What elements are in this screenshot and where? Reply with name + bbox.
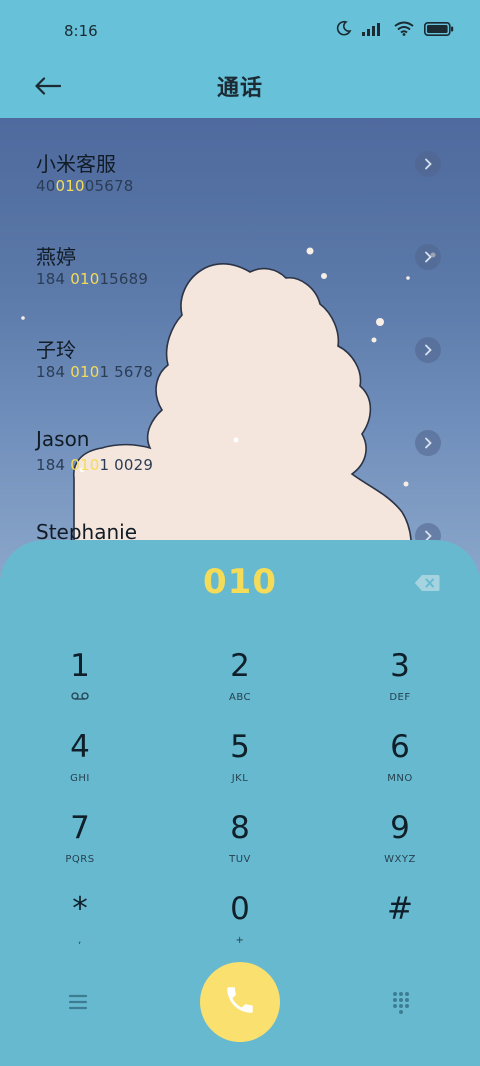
backspace-button[interactable]	[414, 574, 440, 592]
contact-details-button[interactable]	[415, 151, 441, 177]
contact-name: 燕婷	[36, 245, 76, 269]
dial-key-2[interactable]: 2 ABC	[170, 648, 310, 720]
contact-item[interactable]: Jason 184 0101 0029	[0, 397, 480, 490]
contact-number: 184 01015689	[36, 270, 149, 288]
moon-icon	[336, 20, 352, 40]
contact-details-button[interactable]	[415, 430, 441, 456]
key-digit: 9	[390, 810, 410, 846]
signal-icon	[362, 21, 384, 40]
key-digit: 6	[390, 729, 410, 765]
status-icons	[336, 20, 454, 40]
contact-details-button[interactable]	[415, 337, 441, 363]
contact-name: 子玲	[36, 338, 76, 362]
key-digit: 3	[390, 648, 410, 684]
key-digit: 8	[230, 810, 250, 846]
page-title: 通话	[216, 76, 263, 101]
bottom-action-bar	[0, 962, 480, 1042]
contact-item[interactable]: 小米客服 4001005678	[0, 118, 480, 211]
key-letters: JKL	[231, 773, 249, 784]
key-letters: TUV	[229, 854, 251, 865]
number-match-highlight: 010	[55, 177, 85, 195]
phone-icon	[223, 983, 257, 1021]
dial-key-3[interactable]: 3 DEF	[330, 648, 470, 720]
dial-key-8[interactable]: 8 TUV	[170, 810, 310, 882]
number-match-highlight: 010	[70, 270, 100, 288]
contact-name: 小米客服	[36, 152, 116, 176]
wifi-icon	[394, 21, 414, 40]
contact-number: 184 0101 5678	[36, 363, 154, 381]
key-digit: 5	[230, 729, 250, 765]
contact-item[interactable]: 子玲 184 0101 5678	[0, 304, 480, 397]
contact-name: Jason	[36, 427, 90, 451]
key-letters: GHI	[70, 773, 90, 784]
backspace-icon	[414, 575, 440, 596]
contact-item[interactable]: 燕婷 184 01015689	[0, 211, 480, 304]
number-match-highlight: 010	[70, 363, 100, 381]
key-digit: 1	[70, 648, 90, 684]
app-bar: 通话	[0, 60, 480, 118]
key-digit: 7	[70, 810, 90, 846]
chevron-right-icon	[423, 341, 433, 360]
dial-key-hash[interactable]: #	[330, 891, 470, 963]
menu-icon	[62, 994, 94, 1018]
dial-key-9[interactable]: 9 WXYZ	[330, 810, 470, 882]
key-digit: 4	[70, 729, 90, 765]
key-letters: ABC	[228, 692, 251, 703]
key-digit: 2	[230, 648, 250, 684]
dial-key-0[interactable]: 0 +	[170, 891, 310, 963]
dial-key-6[interactable]: 6 MNO	[330, 729, 470, 801]
dialpad-toggle-button[interactable]	[386, 988, 416, 1018]
dialpad-grid-icon	[386, 992, 416, 1022]
status-bar: 8:16	[0, 0, 480, 60]
chevron-right-icon	[423, 155, 433, 174]
chevron-right-icon	[423, 434, 433, 453]
dialed-number-display: 010	[203, 562, 277, 602]
dial-key-4[interactable]: 4 GHI	[10, 729, 150, 801]
dial-key-7[interactable]: 7 PQRS	[10, 810, 150, 882]
contact-number: 4001005678	[36, 177, 134, 195]
dial-key-5[interactable]: 5 JKL	[170, 729, 310, 801]
dial-key-1[interactable]: 1	[10, 648, 150, 720]
number-match-highlight: 010	[70, 456, 100, 474]
key-digit: *	[72, 891, 88, 927]
key-letters: ,	[78, 935, 82, 946]
call-button[interactable]	[200, 962, 280, 1042]
battery-icon	[424, 21, 454, 40]
contact-results-list: 小米客服 4001005678 燕婷 184 01015689 子玲 184 0…	[0, 118, 480, 548]
key-digit: #	[387, 891, 413, 927]
key-letters: DEF	[389, 692, 411, 703]
key-digit: 0	[230, 891, 250, 927]
chevron-right-icon	[423, 248, 433, 267]
dial-key-star[interactable]: * ,	[10, 891, 150, 963]
key-letters: WXYZ	[384, 854, 416, 865]
contact-number: 184 0101 0029	[36, 456, 154, 474]
key-letters: +	[235, 935, 245, 946]
status-time: 8:16	[64, 22, 98, 40]
key-letters: MNO	[387, 773, 413, 784]
contact-details-button[interactable]	[415, 244, 441, 270]
voicemail-icon	[10, 692, 150, 703]
key-letters: PQRS	[65, 854, 95, 865]
menu-button[interactable]	[62, 990, 94, 1014]
